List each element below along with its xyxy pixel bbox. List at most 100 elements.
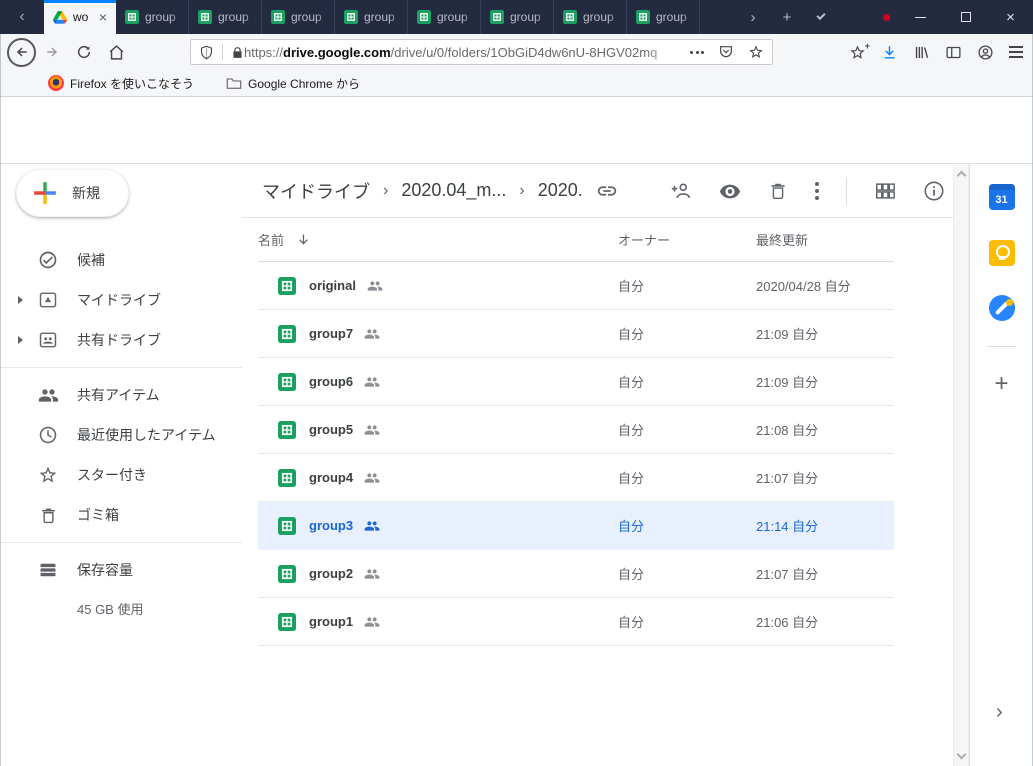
tracking-protection-shield-icon[interactable] [199,45,214,60]
url-bar[interactable]: https://drive.google.com/drive/u/0/folde… [190,39,773,65]
expand-side-panel-icon[interactable]: › [996,701,1003,724]
bookmark-folder[interactable]: Google Chrome から [248,75,360,92]
info-button[interactable] [923,180,945,202]
sidebar-item-recent[interactable]: 最近使用したアイテム [0,415,242,455]
tab-group-6[interactable]: group [481,0,554,34]
breadcrumb-folder[interactable]: 2020.04_m... [401,180,506,201]
library-highlights-button[interactable]: + [849,44,866,61]
reload-button[interactable] [68,44,100,60]
more-actions-button[interactable] [815,182,819,200]
preview-eye-button[interactable] [719,180,741,202]
bookmark-item[interactable]: Firefox を使いこなそう [70,75,194,92]
tab-group-8[interactable]: group [627,0,700,34]
tasks-icon[interactable] [989,295,1015,321]
pocket-icon[interactable] [718,44,734,60]
file-owner: 自分 [618,516,756,535]
tab-group-4[interactable]: group [335,0,408,34]
new-button[interactable]: 新規 [16,169,129,217]
chevron-down-icon [816,11,825,20]
header-owner[interactable]: オーナー [618,230,756,249]
sidebar-item-storage[interactable]: 保存容量 [0,550,242,590]
sidebar-item-my-drive[interactable]: マイドライブ [0,280,242,320]
scroll-tabs-left-button[interactable]: ‹ [0,0,44,34]
window-maximize-button[interactable] [943,0,988,34]
breadcrumb-my-drive[interactable]: マイドライブ [262,178,370,204]
clock-icon [36,425,60,445]
share-person-add-button[interactable] [670,180,692,202]
sort-descending-arrow-icon[interactable] [296,232,311,247]
back-button[interactable] [7,38,36,67]
list-all-tabs-button[interactable] [804,0,838,34]
file-row[interactable]: group6 自分 21:09 自分 [258,358,894,406]
reload-icon [76,44,92,60]
library-button[interactable] [913,44,930,61]
tab-group-2[interactable]: group [189,0,262,34]
link-icon[interactable] [596,180,618,202]
tab-group-5[interactable]: group [408,0,481,34]
tab-group-7[interactable]: group [554,0,627,34]
google-sheets-favicon-icon [636,10,650,24]
drive-sidebar: 新規 候補 マイドライブ 共有ドライブ 共有アイテム 最近使用したアイテム [0,164,242,766]
close-icon: × [1006,9,1015,26]
forward-button[interactable] [36,44,68,60]
expand-caret-icon[interactable] [18,336,32,344]
header-updated[interactable]: 最終更新 [756,230,894,249]
file-updated: 21:09 自分 [756,324,894,343]
google-sheets-file-icon [278,325,296,343]
menu-button[interactable] [1009,46,1023,58]
scroll-up-icon[interactable] [957,171,967,181]
recording-indicator [883,14,890,21]
sidebar-item-shared-drives[interactable]: 共有ドライブ [0,320,242,360]
file-updated: 21:08 自分 [756,420,894,439]
multicolor-plus-icon [32,180,58,206]
folder-toolbar: マイドライブ › 2020.04_m... › 2020. [242,164,953,218]
keep-icon[interactable] [989,240,1015,266]
header-name[interactable]: 名前 [258,230,284,249]
trash-button[interactable] [768,181,788,201]
expand-caret-icon[interactable] [18,296,32,304]
sidebar-toggle-icon [945,44,962,61]
home-icon [108,44,125,61]
google-side-rail: 31 + › [969,164,1033,766]
google-sheets-favicon-icon [417,10,431,24]
account-button[interactable] [977,44,994,61]
sidebars-button[interactable] [945,44,962,61]
sidebar-item-trash[interactable]: ゴミ箱 [0,495,242,535]
page-actions-button[interactable] [690,51,704,54]
calendar-icon[interactable]: 31 [989,184,1015,210]
file-row[interactable]: group1 自分 21:06 自分 [258,598,894,646]
file-row[interactable]: group7 自分 21:09 自分 [258,310,894,358]
grid-view-button[interactable] [874,180,896,202]
close-tab-icon[interactable]: × [99,10,107,24]
shared-people-icon [364,614,380,630]
tab-group-1[interactable]: group [116,0,189,34]
downloads-button[interactable] [881,44,898,61]
file-row[interactable]: group4 自分 21:07 自分 [258,454,894,502]
window-close-button[interactable]: × [988,0,1033,34]
file-row[interactable]: original 自分 2020/04/28 自分 [258,262,894,310]
sidebar-item-suggested[interactable]: 候補 [0,240,242,280]
scroll-down-icon[interactable] [957,750,967,760]
library-icon [913,44,930,61]
new-tab-button[interactable]: + [770,0,804,34]
file-updated: 21:07 自分 [756,564,894,583]
breadcrumb-current-folder[interactable]: 2020. [538,180,583,201]
lock-icon[interactable] [231,46,244,59]
bookmark-star-icon[interactable] [748,44,764,60]
file-row-selected[interactable]: group3 自分 21:14 自分 [258,502,894,550]
url-text[interactable]: https://drive.google.com/drive/u/0/folde… [244,45,690,60]
minimize-icon [915,17,926,18]
home-button[interactable] [100,44,132,61]
file-row[interactable]: group5 自分 21:08 自分 [258,406,894,454]
scroll-tabs-right-button[interactable]: › [736,0,770,34]
window-minimize-button[interactable] [898,0,943,34]
get-add-ons-button[interactable]: + [994,372,1008,396]
sidebar-item-shared-with-me[interactable]: 共有アイテム [0,375,242,415]
sidebar-item-starred[interactable]: スター付き [0,455,242,495]
file-row[interactable]: group2 自分 21:07 自分 [258,550,894,598]
tab-drive[interactable]: wo × [44,0,116,34]
tab-group-3[interactable]: group [262,0,335,34]
google-sheets-favicon-icon [271,10,285,24]
vertical-scrollbar[interactable] [953,164,969,766]
chevron-left-icon: ‹ [19,8,24,26]
